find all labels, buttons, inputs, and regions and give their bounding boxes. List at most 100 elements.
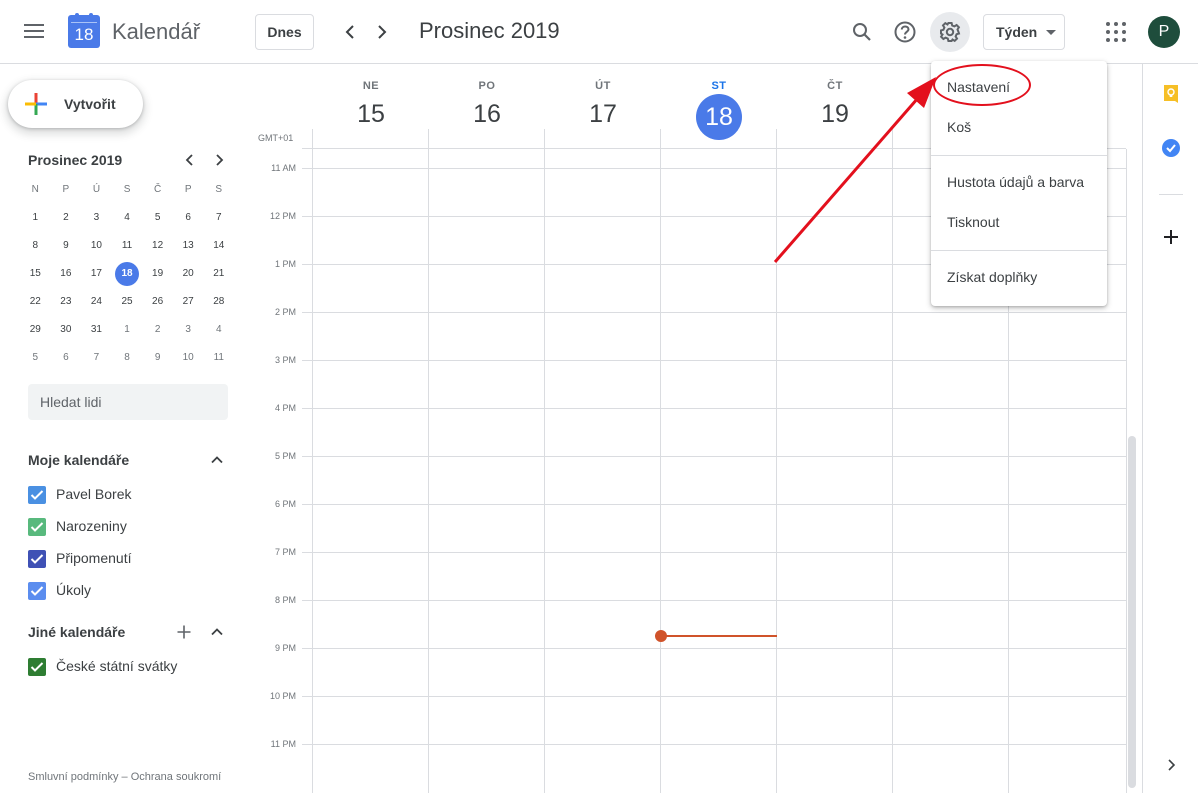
mini-day[interactable]: 12 (142, 232, 173, 260)
mini-weekday: Č (153, 184, 162, 195)
mini-day[interactable]: 10 (173, 344, 204, 372)
apps-grid-icon[interactable] (1106, 22, 1126, 42)
scrollbar[interactable] (1128, 436, 1136, 788)
mini-day[interactable]: 9 (142, 344, 173, 372)
mini-day[interactable]: 22 (20, 288, 51, 316)
help-icon[interactable] (889, 16, 921, 48)
chevron-up-icon[interactable] (209, 624, 225, 640)
mini-day[interactable]: 28 (203, 288, 234, 316)
mini-day[interactable]: 1 (20, 204, 51, 232)
mini-day[interactable]: 10 (81, 232, 112, 260)
mini-weekday: S (123, 184, 131, 195)
calendar-name: Připomenutí (56, 550, 132, 566)
keep-icon[interactable] (1161, 84, 1181, 104)
day-header[interactable]: ÚT 17 (545, 80, 661, 129)
day-header[interactable]: PO 16 (429, 80, 545, 129)
day-date[interactable]: 18 (661, 94, 777, 140)
calendar-name: Pavel Borek (56, 486, 132, 502)
mini-day[interactable]: 2 (51, 204, 82, 232)
mini-day[interactable]: 29 (20, 316, 51, 344)
mini-day[interactable]: 8 (20, 232, 51, 260)
mini-day[interactable]: 9 (51, 232, 82, 260)
day-date[interactable]: 19 (777, 100, 893, 129)
footer-links[interactable]: Smluvní podmínky – Ochrana soukromí (28, 771, 221, 783)
mini-day[interactable]: 24 (81, 288, 112, 316)
checkbox[interactable] (28, 582, 46, 600)
create-button[interactable]: Vytvořit (8, 80, 143, 128)
mini-day[interactable]: 20 (173, 260, 204, 288)
hour-line (302, 648, 1126, 649)
menu-item-trash[interactable]: Koš (931, 107, 1107, 147)
mini-day[interactable]: 8 (112, 344, 143, 372)
time-label: 4 PM (274, 403, 296, 413)
mini-day[interactable]: 17 (81, 260, 112, 288)
mini-day[interactable]: 5 (142, 204, 173, 232)
avatar[interactable]: P (1148, 16, 1180, 48)
mini-next-month-icon[interactable] (210, 151, 228, 169)
expand-panel-icon[interactable] (1162, 756, 1180, 774)
mini-weekday: P (62, 184, 70, 195)
day-header[interactable]: ČT 19 (777, 80, 893, 129)
gear-icon[interactable] (934, 16, 966, 48)
other-calendars-heading[interactable]: Jiné kalendáře (28, 624, 125, 640)
mini-day[interactable]: 6 (51, 344, 82, 372)
top-bar: 18 Kalendář Dnes Prosinec 2019 Týden P (0, 0, 1198, 64)
mini-day[interactable]: 4 (112, 204, 143, 232)
mini-day[interactable]: 4 (203, 316, 234, 344)
mini-day[interactable]: 7 (81, 344, 112, 372)
mini-day[interactable]: 30 (51, 316, 82, 344)
day-date[interactable]: 15 (313, 100, 429, 129)
checkbox[interactable] (28, 658, 46, 676)
checkbox[interactable] (28, 486, 46, 504)
app-title: Kalendář (112, 19, 201, 44)
mini-day[interactable]: 27 (173, 288, 204, 316)
search-icon[interactable] (846, 16, 878, 48)
menu-item-density-color[interactable]: Hustota údajů a barva (931, 162, 1107, 202)
next-week-icon[interactable] (370, 20, 394, 44)
mini-day[interactable]: 23 (51, 288, 82, 316)
search-people-input[interactable]: Hledat lidi (28, 384, 228, 420)
mini-day[interactable]: 11 (203, 344, 234, 372)
mini-day[interactable]: 6 (173, 204, 204, 232)
mini-day[interactable]: 26 (142, 288, 173, 316)
checkbox[interactable] (28, 550, 46, 568)
mini-day[interactable]: 16 (51, 260, 82, 288)
mini-day[interactable]: 2 (142, 316, 173, 344)
mini-day[interactable]: 5 (20, 344, 51, 372)
mini-day[interactable]: 11 (112, 232, 143, 260)
mini-day[interactable]: 14 (203, 232, 234, 260)
mini-day[interactable]: 7 (203, 204, 234, 232)
day-date[interactable]: 16 (429, 100, 545, 129)
view-selector[interactable]: Týden (983, 14, 1065, 50)
mini-day[interactable]: 13 (173, 232, 204, 260)
mini-day[interactable]: 15 (20, 260, 51, 288)
mini-day[interactable]: 1 (112, 316, 143, 344)
mini-day[interactable]: 18 (112, 260, 143, 288)
tasks-icon[interactable] (1161, 138, 1181, 158)
today-button[interactable]: Dnes (255, 14, 314, 50)
chevron-up-icon[interactable] (209, 452, 225, 468)
mini-day[interactable]: 25 (112, 288, 143, 316)
mini-day[interactable]: 19 (142, 260, 173, 288)
mini-day[interactable]: 21 (203, 260, 234, 288)
day-header[interactable]: ST 18 (661, 80, 777, 140)
day-column-divider (660, 129, 661, 793)
hour-line (302, 312, 1126, 313)
add-addon-icon[interactable] (1162, 228, 1180, 246)
previous-week-icon[interactable] (338, 20, 362, 44)
mini-day[interactable]: 3 (173, 316, 204, 344)
hour-line (302, 552, 1126, 553)
hour-line (302, 360, 1126, 361)
menu-item-print[interactable]: Tisknout (931, 202, 1107, 242)
day-date[interactable]: 17 (545, 100, 661, 129)
main-menu-icon[interactable] (24, 22, 44, 40)
mini-day[interactable]: 31 (81, 316, 112, 344)
add-calendar-icon[interactable] (176, 624, 192, 640)
day-header[interactable]: NE 15 (313, 80, 429, 129)
menu-item-get-addons[interactable]: Získat doplňky (931, 257, 1107, 297)
mini-prev-month-icon[interactable] (181, 151, 199, 169)
mini-day[interactable]: 3 (81, 204, 112, 232)
hour-line (302, 744, 1126, 745)
my-calendars-heading[interactable]: Moje kalendáře (28, 452, 129, 468)
checkbox[interactable] (28, 518, 46, 536)
